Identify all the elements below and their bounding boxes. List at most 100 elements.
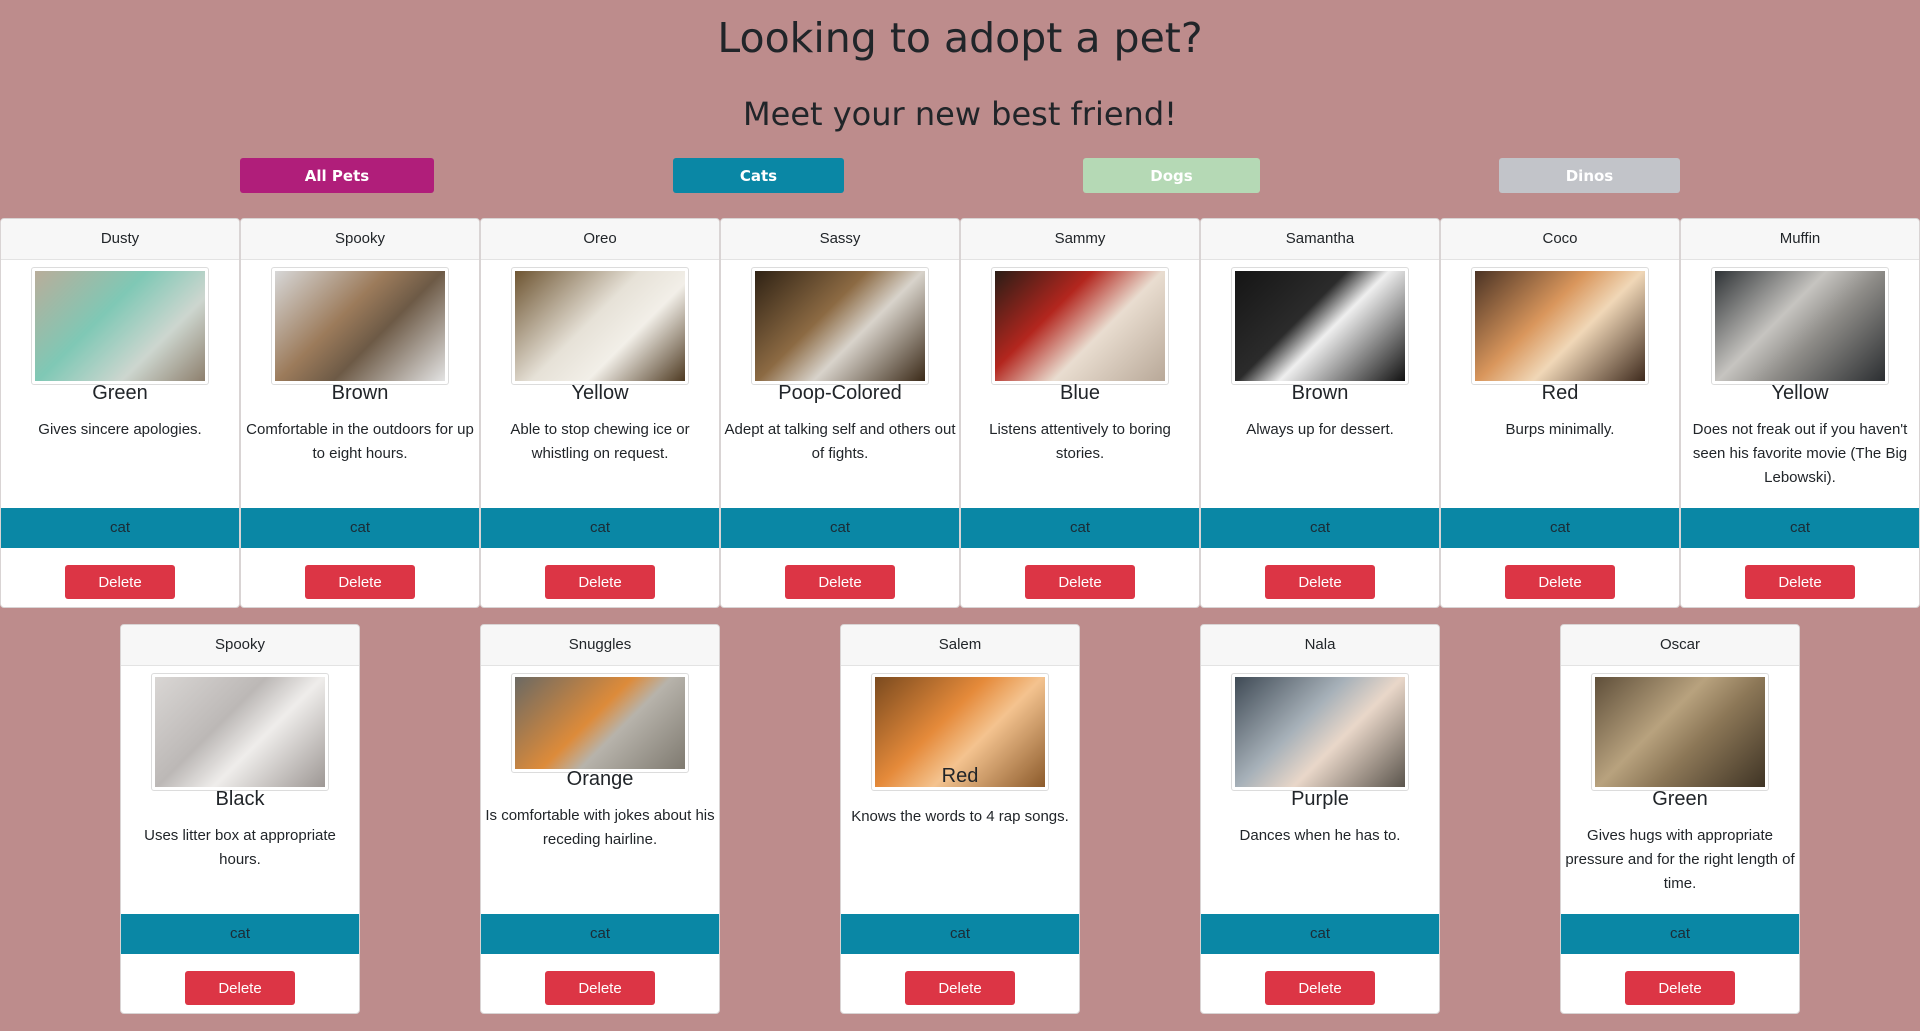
- cat-photo-icon: [1595, 677, 1765, 787]
- cat-photo-icon: [995, 271, 1165, 381]
- filter-all-pets-button[interactable]: All Pets: [240, 158, 434, 193]
- pet-description: Knows the words to 4 rap songs.: [851, 808, 1069, 825]
- pet-type-badge: cat: [841, 914, 1079, 954]
- pet-type-badge: cat: [481, 914, 719, 954]
- pet-card: Nala Purple Dances when he has to. cat Delet…: [1200, 624, 1440, 1014]
- cat-photo-icon: [515, 271, 685, 381]
- pet-name: Muffin: [1681, 219, 1919, 260]
- pet-type-badge: cat: [1681, 508, 1919, 548]
- pet-photo-frame: [511, 267, 689, 385]
- pet-name: Nala: [1201, 625, 1439, 666]
- pet-photo-frame: [271, 267, 449, 385]
- pet-type-badge: cat: [121, 914, 359, 954]
- pet-color: Blue: [1059, 382, 1101, 404]
- filter-cats-button[interactable]: Cats: [673, 158, 844, 193]
- cat-photo-icon: [1715, 271, 1885, 381]
- pet-description: Adept at talking self and others out of …: [724, 421, 956, 462]
- pet-photo-frame: [1231, 673, 1409, 791]
- delete-button[interactable]: Delete: [185, 971, 295, 1005]
- cat-photo-icon: [155, 677, 325, 787]
- pet-color: Poop-Colored: [778, 382, 902, 404]
- pet-name: Oscar: [1561, 625, 1799, 666]
- pet-name: Sassy: [721, 219, 959, 260]
- page-title: Looking to adopt a pet?: [717, 14, 1203, 62]
- pet-card: Oreo Yellow Able to stop chewing ice or wh…: [480, 218, 720, 608]
- pet-photo-frame: [1711, 267, 1889, 385]
- pet-name: Salem: [841, 625, 1079, 666]
- delete-button[interactable]: Delete: [905, 971, 1015, 1005]
- filter-dogs-button[interactable]: Dogs: [1083, 158, 1260, 193]
- pet-type-badge: cat: [1201, 914, 1439, 954]
- delete-button[interactable]: Delete: [1265, 971, 1375, 1005]
- pet-name: Dusty: [1, 219, 239, 260]
- pet-description: Listens attentively to boring stories.: [989, 421, 1171, 462]
- pet-name: Oreo: [481, 219, 719, 260]
- pet-card: Sammy Blue Listens attentively to boring s…: [960, 218, 1200, 608]
- pet-type-badge: cat: [1561, 914, 1799, 954]
- pet-card: Salem Red Knows the words to 4 rap songs. c…: [840, 624, 1080, 1014]
- pet-type-badge: cat: [241, 508, 479, 548]
- pet-color: Black: [215, 788, 265, 810]
- pet-description: Comfortable in the outdoors for up to ei…: [246, 421, 474, 462]
- pet-color: Red: [941, 765, 979, 787]
- delete-button[interactable]: Delete: [1025, 565, 1135, 599]
- cat-photo-icon: [515, 677, 685, 769]
- pet-name: Spooky: [241, 219, 479, 260]
- pet-name: Samantha: [1201, 219, 1439, 260]
- pet-photo-frame: [1591, 673, 1769, 791]
- pet-photo-frame: [31, 267, 209, 385]
- pet-description: Uses litter box at appropriate hours.: [144, 827, 336, 868]
- pet-photo-frame: [1471, 267, 1649, 385]
- cat-photo-icon: [1475, 271, 1645, 381]
- cat-photo-icon: [1235, 677, 1405, 787]
- delete-button[interactable]: Delete: [1745, 565, 1855, 599]
- pet-card: Muffin Yellow Does not freak out if you ha…: [1680, 218, 1920, 608]
- delete-button[interactable]: Delete: [545, 971, 655, 1005]
- pet-type-badge: cat: [1201, 508, 1439, 548]
- pet-type-badge: cat: [1441, 508, 1679, 548]
- pet-description: Does not freak out if you haven't seen h…: [1692, 421, 1908, 486]
- cat-photo-icon: [1235, 271, 1405, 381]
- pet-type-badge: cat: [961, 508, 1199, 548]
- pet-card: Samantha Brown Always up for dessert. cat De…: [1200, 218, 1440, 608]
- cat-photo-icon: [755, 271, 925, 381]
- pet-color: Orange: [566, 768, 634, 790]
- pet-color: Yellow: [571, 382, 629, 404]
- pet-type-badge: cat: [721, 508, 959, 548]
- delete-button[interactable]: Delete: [785, 565, 895, 599]
- pet-type-badge: cat: [481, 508, 719, 548]
- pet-description: Dances when he has to.: [1239, 827, 1401, 844]
- pet-card: Sassy Poop-Colored Adept at talking self a…: [720, 218, 960, 608]
- page-subtitle: Meet your new best friend!: [743, 95, 1177, 133]
- pet-color: Green: [92, 382, 148, 404]
- filter-dinos-button[interactable]: Dinos: [1499, 158, 1680, 193]
- delete-button[interactable]: Delete: [305, 565, 415, 599]
- cat-photo-icon: [35, 271, 205, 381]
- pet-color: Purple: [1291, 788, 1349, 810]
- pet-description: Burps minimally.: [1505, 421, 1615, 438]
- pet-photo-frame: [1231, 267, 1409, 385]
- pet-card: Dusty Green Gives sincere apologies. cat Del…: [0, 218, 240, 608]
- delete-button[interactable]: Delete: [65, 565, 175, 599]
- delete-button[interactable]: Delete: [1625, 971, 1735, 1005]
- pet-color: Green: [1652, 788, 1708, 810]
- pet-photo-frame: [151, 673, 329, 791]
- delete-button[interactable]: Delete: [545, 565, 655, 599]
- delete-button[interactable]: Delete: [1265, 565, 1375, 599]
- cat-photo-icon: [275, 271, 445, 381]
- pet-card: Spooky Brown Comfortable in the outdoors f…: [240, 218, 480, 608]
- pet-name: Spooky: [121, 625, 359, 666]
- pet-description: Always up for dessert.: [1246, 421, 1394, 438]
- delete-button[interactable]: Delete: [1505, 565, 1615, 599]
- pet-description: Gives sincere apologies.: [38, 421, 202, 438]
- pet-color: Brown: [331, 382, 389, 404]
- pet-color: Yellow: [1771, 382, 1829, 404]
- pet-description: Is comfortable with jokes about his rece…: [485, 807, 715, 848]
- pet-name: Sammy: [961, 219, 1199, 260]
- pet-card: Coco Red Burps minimally. cat Delete: [1440, 218, 1680, 608]
- pet-color: Brown: [1291, 382, 1349, 404]
- pet-photo-frame: [751, 267, 929, 385]
- pet-name: Coco: [1441, 219, 1679, 260]
- pet-description: Gives hugs with appropriate pressure and…: [1565, 827, 1795, 892]
- pet-name: Snuggles: [481, 625, 719, 666]
